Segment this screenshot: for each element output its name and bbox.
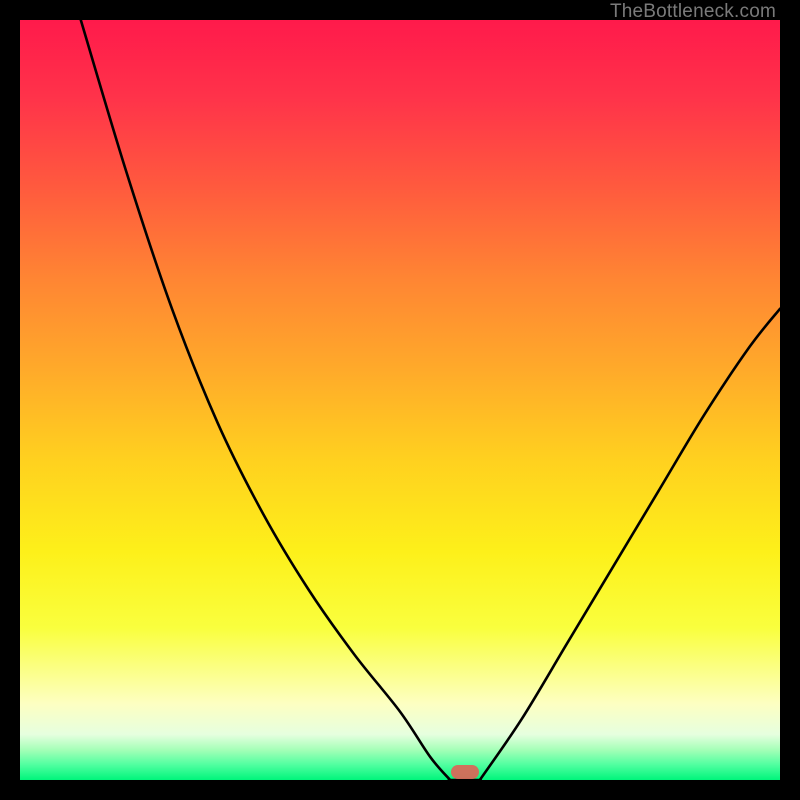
chart-frame: TheBottleneck.com — [0, 0, 800, 800]
plot-area — [20, 20, 780, 780]
curve-path — [81, 20, 780, 785]
optimal-point-marker — [451, 765, 479, 779]
bottleneck-curve — [20, 20, 780, 780]
